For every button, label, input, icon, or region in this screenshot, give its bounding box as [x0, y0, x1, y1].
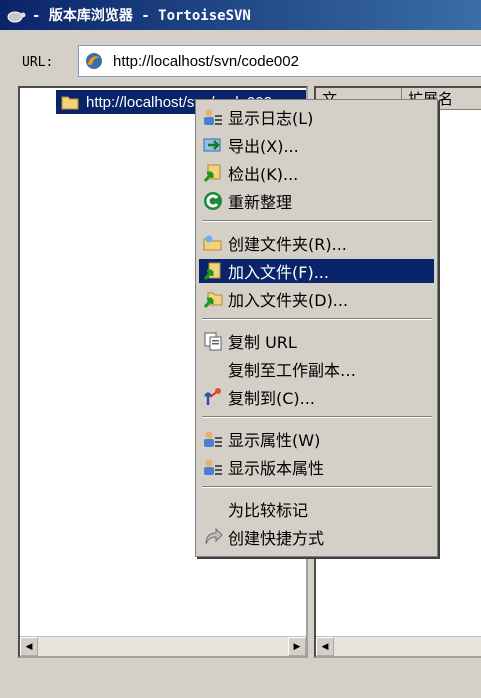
list-scroll-left-arrow-icon[interactable]: ◀ — [316, 637, 334, 656]
menu-item-create-shortcut[interactable]: 创建快捷方式 — [199, 525, 434, 549]
refresh-icon — [204, 192, 222, 210]
menu-item-label: 重新整理 — [228, 193, 293, 212]
browser-icon — [86, 53, 102, 69]
copy-to-icon — [204, 388, 221, 405]
menu-separator — [202, 318, 432, 320]
menu-item-copy-url[interactable]: 复制 URL — [199, 329, 434, 353]
blank-icon — [202, 359, 224, 379]
menu-item-label: 复制至工作副本… — [228, 361, 357, 380]
export-icon — [203, 138, 221, 152]
menu-item-add-file[interactable]: 加入文件(F)... — [199, 259, 434, 283]
menu-item-export[interactable]: 导出(X)... — [199, 133, 434, 157]
menu-item-label: 创建快捷方式 — [228, 529, 325, 548]
scroll-left-arrow-icon[interactable]: ◀ — [20, 637, 38, 656]
scroll-right-arrow-icon[interactable]: ▶ — [288, 637, 306, 656]
url-input[interactable]: http://localhost/svn/code002 — [78, 45, 481, 77]
menu-item-label: 复制到(C)... — [228, 389, 315, 408]
menu-item-show-revision-properties[interactable]: 显示版本属性 — [199, 455, 434, 479]
tortoise-icon — [7, 11, 26, 23]
menu-item-refresh[interactable]: 重新整理 — [199, 189, 434, 213]
menu-item-add-folder[interactable]: 加入文件夹(D)... — [199, 287, 434, 311]
menu-item-show-log[interactable]: 显示日志(L) — [199, 105, 434, 129]
add-file-icon — [203, 262, 221, 280]
url-bar: URL: http://localhost/svn/code002 — [0, 43, 481, 81]
menu-item-label: 检出(K)... — [228, 165, 299, 184]
url-value: http://localhost/svn/code002 — [113, 52, 299, 70]
menu-item-label: 显示版本属性 — [228, 459, 325, 478]
properties-icon — [204, 431, 222, 447]
create-folder-icon — [203, 235, 222, 251]
copy-url-icon — [204, 332, 222, 351]
menu-item-show-properties[interactable]: 显示属性(W) — [199, 427, 434, 451]
menu-item-label: 复制 URL — [228, 333, 297, 352]
title-bar: - 版本库浏览器 - TortoiseSVN — [0, 0, 481, 30]
add-folder-icon — [203, 292, 223, 308]
url-label: URL: — [22, 55, 54, 70]
menu-item-label: 导出(X)... — [228, 137, 299, 156]
menu-item-checkout[interactable]: 检出(K)... — [199, 161, 434, 185]
checkout-icon — [203, 164, 221, 182]
list-horizontal-scrollbar[interactable]: ◀ — [316, 636, 481, 656]
menu-item-mark-for-compare[interactable]: 为比较标记 — [199, 497, 434, 521]
menu-item-label: 为比较标记 — [228, 501, 309, 520]
menu-separator — [202, 220, 432, 222]
menu-separator — [202, 416, 432, 418]
menu-item-create-folder[interactable]: 创建文件夹(R)... — [199, 231, 434, 255]
window-title: - 版本库浏览器 - TortoiseSVN — [32, 8, 251, 24]
context-menu: 显示日志(L) 导出(X)... 检出(K)... 重新整理 创建文件夹(R).… — [195, 99, 438, 557]
menu-item-label: 加入文件(F)... — [228, 263, 329, 282]
folder-icon — [61, 96, 79, 110]
menu-item-copy-to[interactable]: 复制到(C)... — [199, 385, 434, 409]
blank-icon — [202, 499, 224, 519]
menu-item-label: 显示属性(W) — [228, 431, 321, 450]
tree-horizontal-scrollbar[interactable]: ◀ ▶ — [20, 636, 306, 656]
menu-item-label: 创建文件夹(R)... — [228, 235, 347, 254]
menu-item-copy-to-working-copy[interactable]: 复制至工作副本… — [199, 357, 434, 381]
menu-item-label: 显示日志(L) — [228, 109, 314, 128]
shortcut-icon — [205, 527, 223, 545]
menu-separator — [202, 486, 432, 488]
show-log-icon — [204, 109, 222, 125]
revision-properties-icon — [204, 459, 222, 475]
menu-item-label: 加入文件夹(D)... — [228, 291, 349, 310]
